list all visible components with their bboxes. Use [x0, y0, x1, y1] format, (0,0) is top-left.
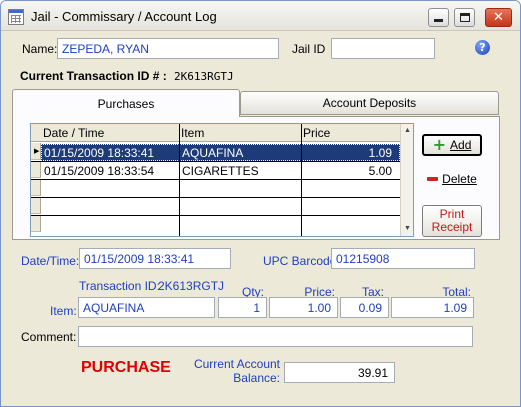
delete-button-label: Delete [442, 172, 477, 186]
column-header-datetime[interactable]: Date / Time [43, 126, 104, 140]
item-field[interactable]: AQUAFINA [78, 297, 215, 318]
maximize-button[interactable] [454, 8, 475, 27]
row-price: 1.09 [368, 146, 392, 160]
row-item: CIGARETTES [182, 164, 259, 178]
delete-button[interactable]: Delete [422, 168, 482, 190]
comment-label: Comment: [21, 330, 77, 344]
grid-row-divider [31, 215, 401, 216]
tab-purchases[interactable]: Purchases [12, 89, 240, 117]
title-bar[interactable]: Jail - Commissary / Account Log ✕ [1, 1, 520, 31]
scroll-down-icon[interactable]: ▼ [404, 225, 411, 232]
total-field[interactable]: 1.09 [391, 297, 474, 318]
scroll-up-icon[interactable]: ▲ [404, 127, 411, 134]
transaction-mode-text: PURCHASE [81, 359, 171, 376]
grid-scrollbar[interactable]: ▲ ▼ [400, 124, 413, 236]
datetime-label: Date/Time: [21, 254, 80, 268]
tax-field[interactable]: 0.09 [340, 297, 389, 318]
row-item: AQUAFINA [182, 146, 244, 160]
balance-label-line2: Balance: [233, 371, 280, 385]
help-icon[interactable]: ? [475, 40, 490, 55]
qty-field[interactable]: 1 [218, 297, 267, 318]
transaction-id-label: Transaction ID: [79, 279, 160, 293]
print-label-line2: Receipt [431, 220, 473, 234]
close-button[interactable]: ✕ [485, 8, 512, 27]
grid-header: Date / Time Item Price [31, 124, 401, 142]
grid-column-divider [301, 124, 302, 236]
grid-row-divider [31, 179, 401, 180]
window-title: Jail - Commissary / Account Log [31, 9, 217, 24]
datetime-field[interactable]: 01/15/2009 18:33:41 [79, 248, 231, 269]
column-header-item[interactable]: Item [181, 126, 204, 140]
comment-field[interactable] [78, 326, 473, 347]
minimize-icon [434, 19, 443, 22]
jail-id-field[interactable] [331, 38, 435, 59]
name-field[interactable]: ZEPEDA, RYAN [57, 38, 279, 59]
add-button-label: Add [450, 138, 472, 152]
row-datetime: 01/15/2009 18:33:41 [44, 146, 155, 160]
current-transaction-value: 2K613RGTJ [174, 70, 234, 83]
tab-account-deposits[interactable]: Account Deposits [240, 91, 499, 115]
row-datetime: 01/15/2009 18:33:54 [44, 164, 155, 178]
close-icon: ✕ [493, 10, 504, 25]
upc-barcode-label: UPC Barcode [263, 254, 337, 268]
app-icon [8, 9, 24, 25]
row-selector[interactable] [31, 179, 41, 196]
upc-barcode-field[interactable]: 01215908 [331, 248, 475, 269]
name-label: Name: [22, 42, 58, 56]
print-receipt-button[interactable]: Print Receipt [422, 205, 482, 237]
column-header-price[interactable]: Price [303, 126, 330, 140]
row-selector[interactable] [31, 161, 41, 178]
row-price: 5.00 [368, 164, 392, 178]
add-button[interactable]: + Add [422, 134, 482, 156]
grid-row-divider [31, 197, 401, 198]
commissary-window: Jail - Commissary / Account Log ✕ Name: … [0, 0, 521, 407]
row-selector[interactable]: ▶ [31, 143, 41, 160]
purchases-grid[interactable]: Date / Time Item Price ▶ 01/15/2009 18:3… [30, 123, 414, 237]
minus-icon [427, 177, 439, 181]
transaction-id-value: 2K613RGTJ [158, 279, 225, 293]
current-row-arrow-icon: ▶ [34, 148, 40, 155]
current-transaction-label: Current Transaction ID # : [20, 69, 167, 83]
plus-icon: + [432, 135, 447, 154]
minimize-button[interactable] [428, 8, 449, 27]
maximize-icon [459, 13, 470, 22]
balance-label-line1: Current Account [193, 357, 280, 371]
grid-column-divider [179, 124, 180, 236]
current-balance-field: 39.91 [284, 362, 395, 383]
price-field[interactable]: 1.00 [269, 297, 338, 318]
row-selector[interactable] [31, 215, 41, 232]
row-selector[interactable] [31, 197, 41, 214]
table-row[interactable]: 01/15/2009 18:33:41 AQUAFINA 1.09 [41, 144, 400, 161]
grid-row-divider [31, 161, 401, 162]
item-label: Item: [50, 304, 77, 318]
table-row[interactable]: 01/15/2009 18:33:54 CIGARETTES 5.00 [41, 162, 400, 179]
jail-id-label: Jail ID [292, 42, 326, 56]
